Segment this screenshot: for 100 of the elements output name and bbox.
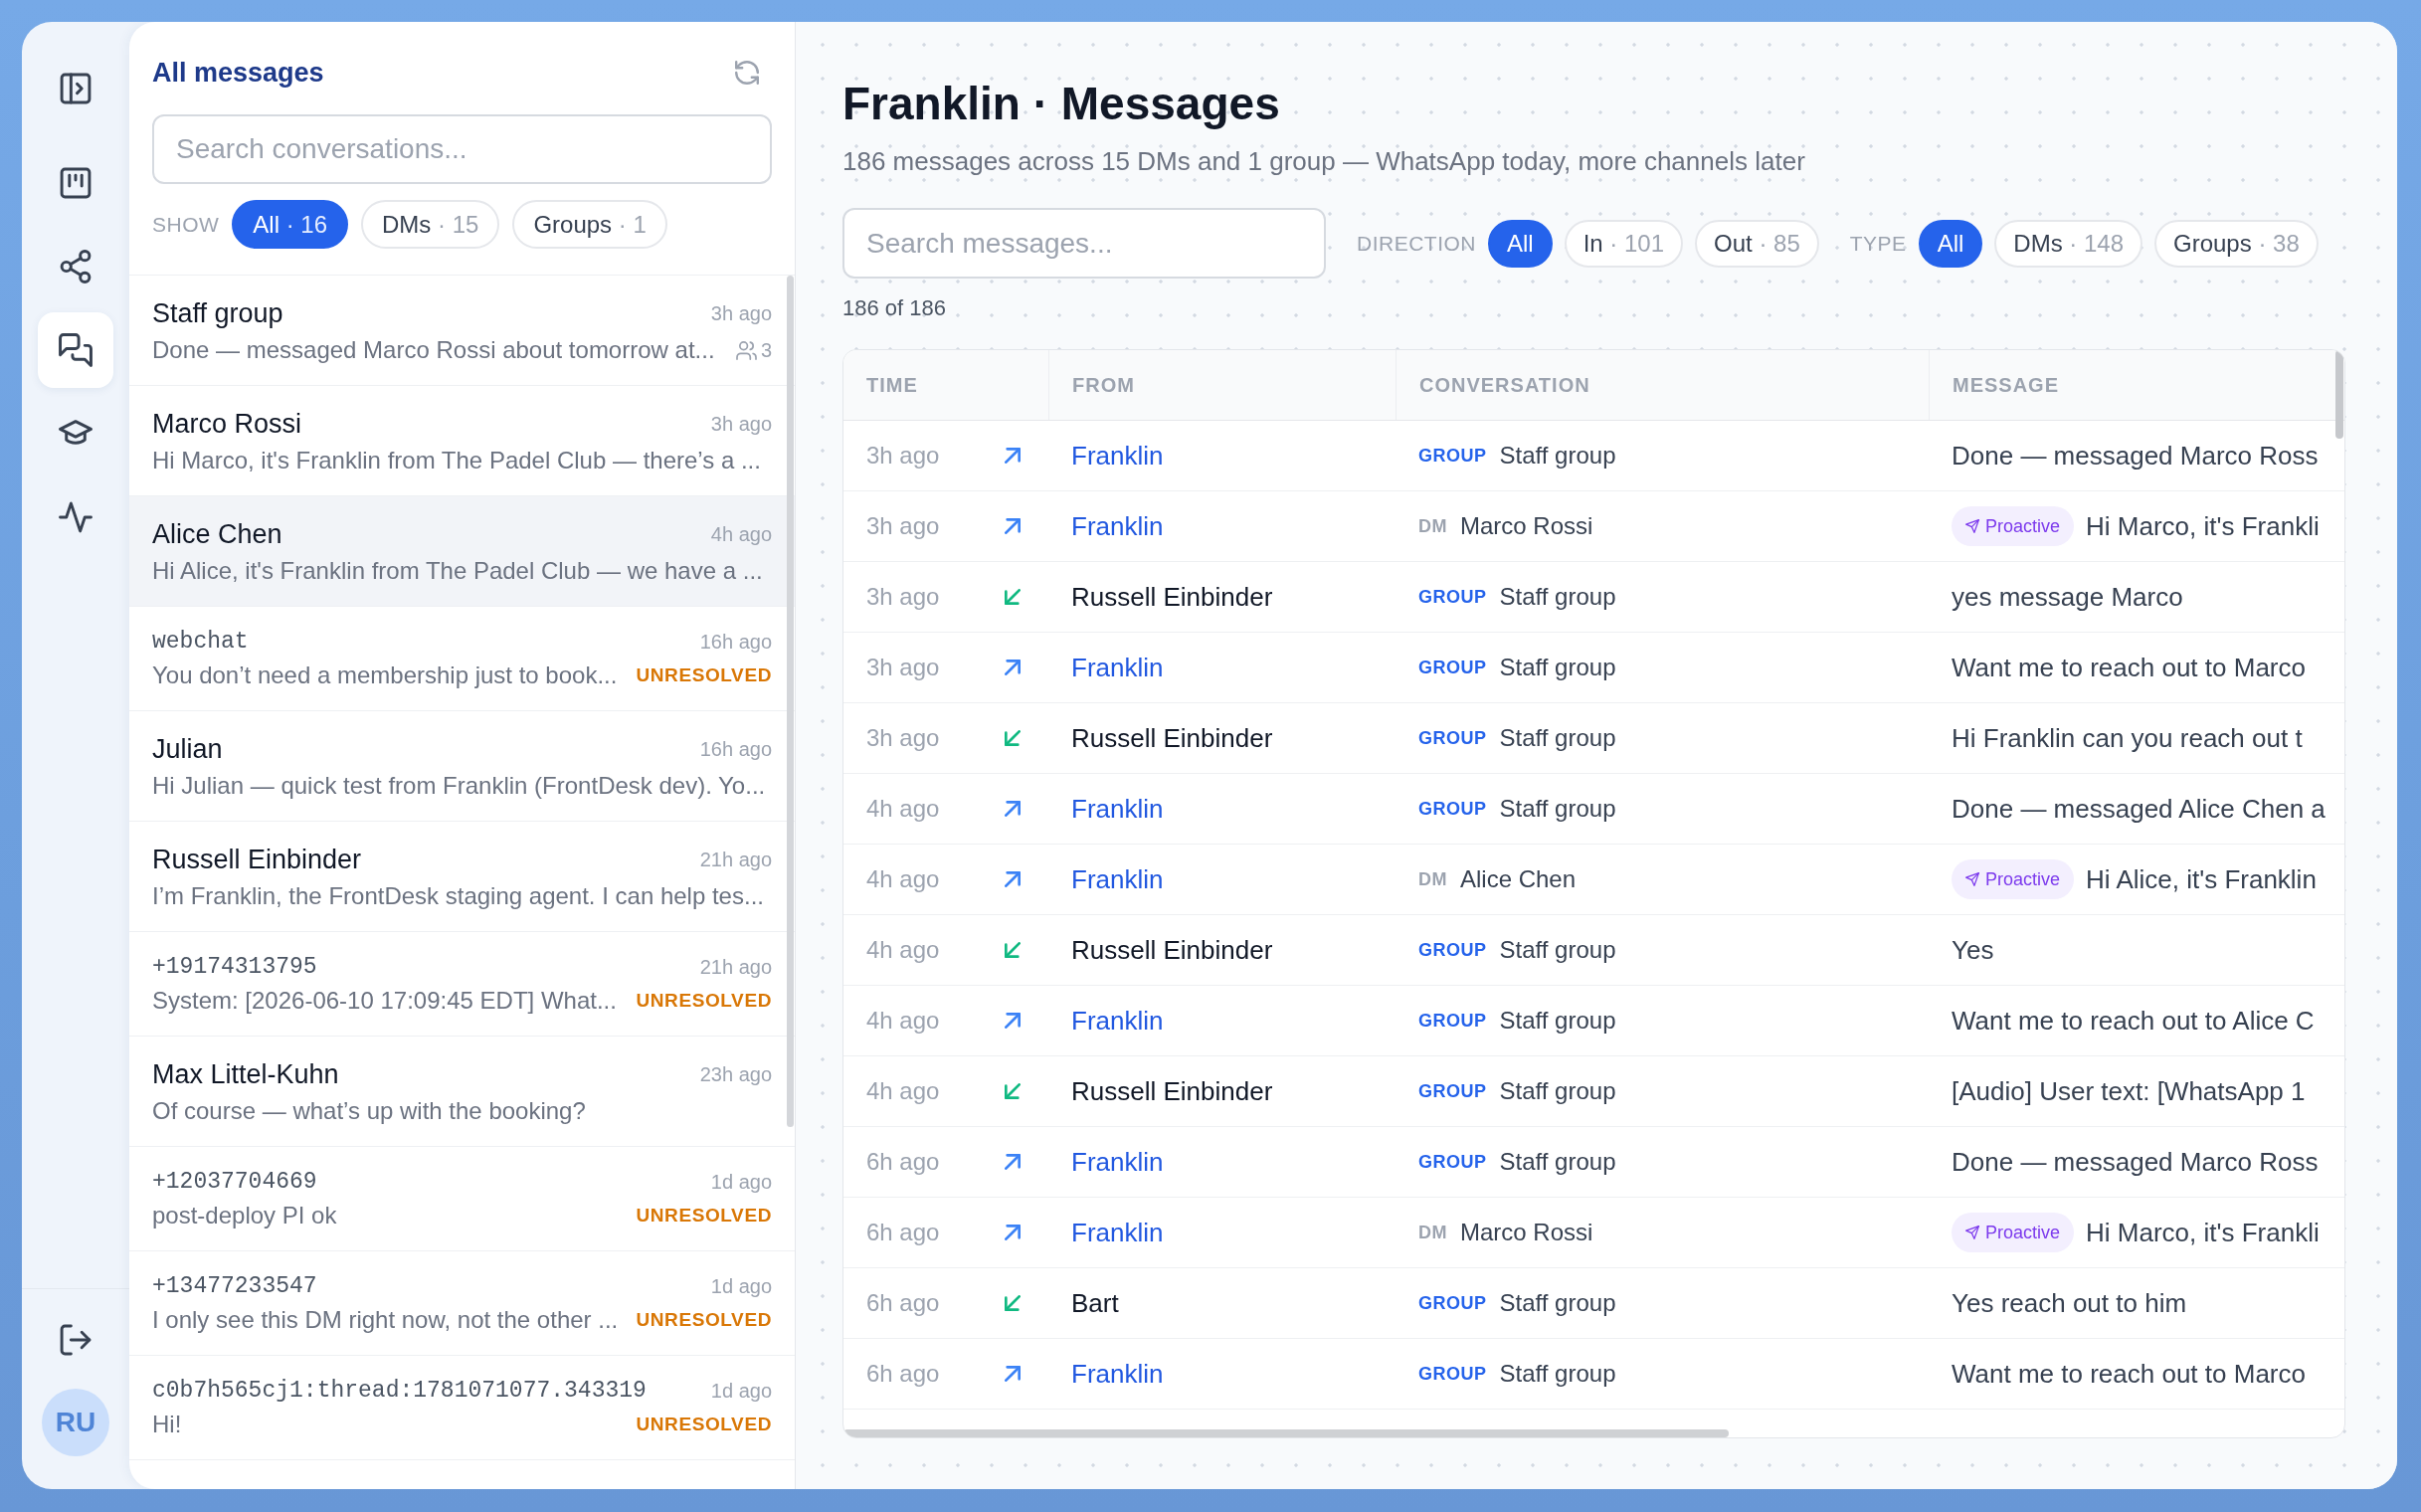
paper-plane-icon <box>1965 1226 1979 1239</box>
filter-chip[interactable]: DMs · 15 <box>361 200 500 249</box>
message-preview: Hi Marco, it's Franklin from The Padel Club — there’s a ... <box>152 446 761 475</box>
message-time: 3h ago <box>866 442 940 469</box>
conversation-item[interactable]: Max Littel-Kuhn 23h ago Of course — what’s up with the booking? <box>129 1037 795 1147</box>
message-text: yes message Marco <box>1952 581 2183 613</box>
conversation-name: Marco Rossi <box>1460 512 1593 540</box>
sender-link[interactable]: Franklin <box>1071 793 1164 824</box>
message-preview: I’m Franklin, the FrontDesk staging agent. I can help tes... <box>152 881 764 911</box>
scrollbar-thumb[interactable] <box>2335 350 2343 439</box>
conversation-name: Staff group <box>1499 1289 1616 1317</box>
conversation-item[interactable]: webchat 16h ago You don’t need a membership just to book... UNRESOLVED <box>129 607 795 711</box>
conversation-time: 23h ago <box>699 1062 772 1086</box>
arrow-up-right-icon <box>1005 871 1021 887</box>
arrow-up-right-icon <box>1005 1225 1021 1240</box>
search-field[interactable]: Search conversations... <box>152 114 772 184</box>
conversation-item[interactable]: +12037704669 1d ago post-deploy PI ok UNRESOLVED <box>129 1147 795 1251</box>
message-text: Done — messaged Marco Ross <box>1952 1146 2319 1178</box>
sender-link[interactable]: Franklin <box>1071 652 1164 682</box>
conversation-type: GROUP <box>1418 657 1487 678</box>
pulse-line-icon <box>59 500 93 534</box>
message-text: Yes <box>1952 934 1994 966</box>
search-field[interactable]: Search messages... <box>842 208 1326 279</box>
message-time: 3h ago <box>866 512 940 539</box>
sender-link[interactable]: Franklin <box>1071 863 1164 894</box>
conversation-name: Staff group <box>1499 583 1616 611</box>
filter-chip[interactable]: Groups · 38 <box>2154 219 2319 268</box>
sender-link[interactable]: Franklin <box>1071 1358 1164 1389</box>
filter-chip[interactable]: Groups · 1 <box>512 200 667 249</box>
sender-link[interactable]: Franklin <box>1071 440 1164 471</box>
conversation-time: 1d ago <box>710 1274 772 1298</box>
status-label: UNRESOLVED <box>635 1204 772 1228</box>
result-count: 186 of 186 <box>842 294 947 322</box>
sender-link[interactable]: Franklin <box>1071 1005 1164 1036</box>
conversation-time: 21h ago <box>699 955 772 979</box>
filter-chip[interactable]: All <box>1488 219 1553 268</box>
contact-name: Max Littel-Kuhn <box>152 1058 339 1091</box>
conversation-type: GROUP <box>1418 798 1487 820</box>
message-preview: Hi Alice, it's Franklin from The Padel Club — we have a ... <box>152 556 763 586</box>
conversation-item[interactable]: +13477233547 1d ago I only see this DM right now, not the other ... UNRESOLVED <box>129 1251 795 1356</box>
conversation-item[interactable]: Julian 16h ago Hi Julian — quick test from Franklin (FrontDesk dev). Yo... <box>129 711 795 822</box>
sender-name: Bart <box>1071 1287 1119 1318</box>
filter-label: TYPE <box>1849 231 1907 256</box>
message-time: 3h ago <box>866 654 940 680</box>
message-preview: Hi! <box>152 1410 182 1439</box>
contact-name: Julian <box>152 733 223 766</box>
arrow-up-right-icon <box>1005 1154 1021 1170</box>
message-text: Hi Marco, it's Frankli <box>2086 1217 2320 1248</box>
column-header: CONVERSATION <box>1419 373 1590 397</box>
contact-handle: +13477233547 <box>152 1272 317 1300</box>
conversation-name: Alice Chen <box>1460 865 1577 893</box>
message-time: 4h ago <box>866 1077 940 1104</box>
message-time: 4h ago <box>866 865 940 892</box>
nav-button[interactable] <box>38 312 113 388</box>
message-preview: System: [2026-06-10 17:09:45 EDT] What... <box>152 986 617 1016</box>
message-text: Hi Alice, it's Franklin <box>2086 863 2317 895</box>
contact-name: Alice Chen <box>152 518 282 551</box>
arrow-up-right-icon <box>1005 518 1021 534</box>
sender-link[interactable]: Franklin <box>1071 510 1164 541</box>
message-text: Done — messaged Alice Chen a <box>1952 793 2326 825</box>
sender-link[interactable]: Franklin <box>1071 1217 1164 1247</box>
sender-name: Russell Einbinder <box>1071 934 1273 965</box>
conversation-item[interactable]: c0b7h565cj1:thread:1781071077.343319 1d ago Hi! UNRESOLVED <box>129 1356 795 1460</box>
message-preview: You don’t need a membership just to book... <box>152 661 618 690</box>
filter-chip[interactable]: All · 16 <box>232 200 349 249</box>
column-header: MESSAGE <box>1953 373 2060 397</box>
conversation-type: DM <box>1418 1222 1447 1243</box>
contact-name: Staff group <box>152 297 283 330</box>
conversation-name: Marco Rossi <box>1460 1219 1593 1246</box>
tag-label: Proactive <box>1985 868 2061 890</box>
conversation-item[interactable]: Russell Einbinder 21h ago I’m Franklin, the FrontDesk staging agent. I can help tes... <box>129 822 795 932</box>
conversation-time: 4h ago <box>710 522 772 546</box>
arrow-down-left-icon <box>1005 1295 1021 1311</box>
filter-chip[interactable]: All <box>1918 219 1983 268</box>
arrow-up-right-icon <box>1005 1366 1021 1382</box>
filter-chip[interactable]: Out · 85 <box>1695 219 1819 268</box>
scrollbar-thumb[interactable] <box>787 276 794 1127</box>
filter-chip[interactable]: DMs · 148 <box>1994 219 2142 268</box>
conversation-item[interactable]: Staff group 3h ago Done — messaged Marco Rossi about tomorrow at... 3 <box>129 276 795 386</box>
paper-plane-icon <box>1965 872 1979 886</box>
scrollbar-thumb[interactable] <box>843 1429 1729 1437</box>
message-time: 3h ago <box>866 583 940 610</box>
conversation-item[interactable]: Alice Chen 4h ago Hi Alice, it's Franklin from The Padel Club — we have a ... <box>129 496 795 607</box>
message-time: 4h ago <box>866 936 940 963</box>
conversation-type: DM <box>1418 868 1447 890</box>
filter-chip[interactable]: In · 101 <box>1564 219 1684 268</box>
conversation-item[interactable]: Marco Rossi 3h ago Hi Marco, it's Franklin from The Padel Club — there’s a ... <box>129 386 795 496</box>
sender-name: Russell Einbinder <box>1071 1075 1273 1106</box>
contact-handle: +12037704669 <box>152 1168 317 1196</box>
arrow-up-right-icon <box>1005 801 1021 817</box>
arrow-down-left-icon <box>1005 589 1021 605</box>
message-preview: Of course — what’s up with the booking? <box>152 1096 586 1126</box>
conversation-item[interactable]: +19174313795 21h ago System: [2026-06-10 17:09:45 EDT] What... UNRESOLVED <box>129 932 795 1037</box>
conversation-time: 1d ago <box>710 1170 772 1194</box>
message-time: 6h ago <box>866 1360 940 1387</box>
message-time: 4h ago <box>866 1007 940 1034</box>
message-preview: Hi Julian — quick test from Franklin (FrontDesk dev). Yo... <box>152 771 766 801</box>
conversation-type: GROUP <box>1418 1151 1487 1173</box>
message-text: [Audio] User text: [WhatsApp 1 <box>1952 1075 2306 1107</box>
sender-link[interactable]: Franklin <box>1071 1146 1164 1177</box>
